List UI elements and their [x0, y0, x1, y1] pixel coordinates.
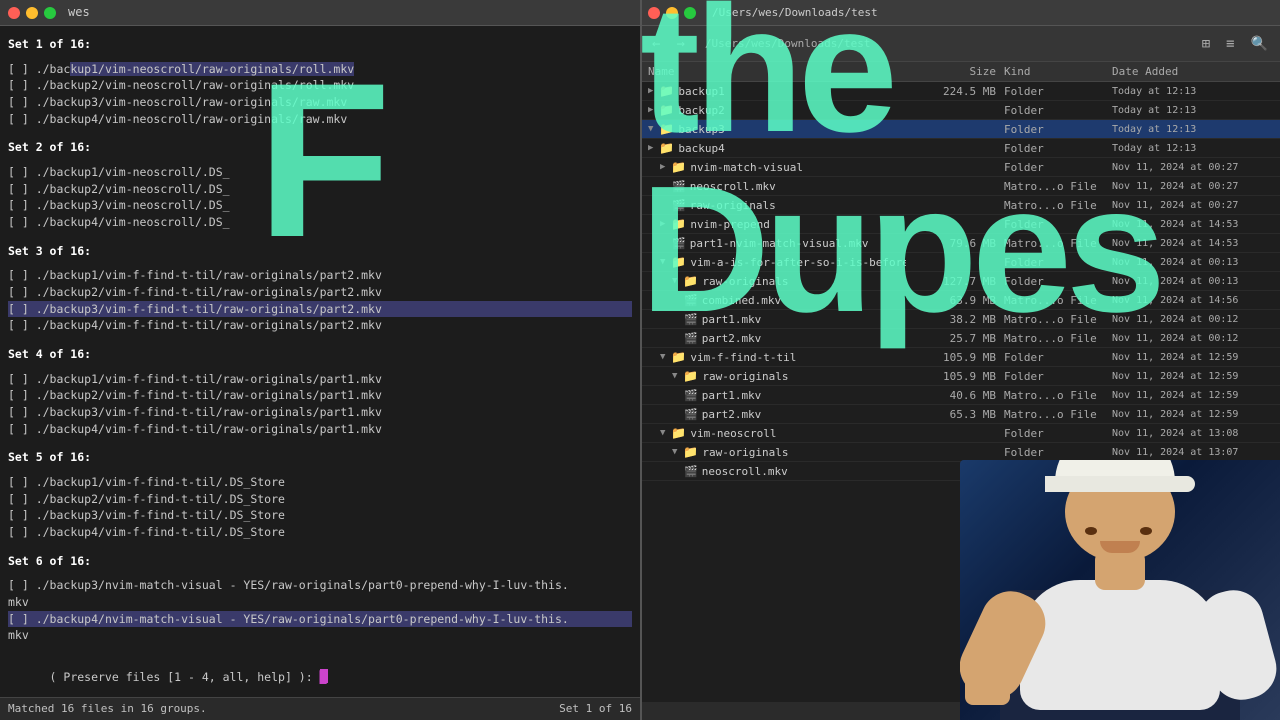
set6-line2b: mkv — [8, 627, 632, 644]
finder-minimize-button[interactable] — [666, 7, 678, 19]
terminal-status-bar: Matched 16 files in 16 groups. Set 1 of … — [0, 697, 640, 720]
maximize-button[interactable] — [44, 7, 56, 19]
finder-row-nvim-prepend[interactable]: ▶📁 nvim-prepend Folder Nov 11, 2024 at 1… — [640, 215, 1280, 234]
set4-header: Set 4 of 16: — [8, 346, 632, 363]
forward-button[interactable]: → — [672, 34, 688, 54]
terminal-content: Set 1 of 16: [ ] ./backup1/vim-neoscroll… — [0, 26, 640, 720]
finder-titlebar: /Users/wes/Downloads/test — [640, 0, 1280, 26]
view-icons-button[interactable]: ⊞ — [1198, 34, 1214, 54]
terminal-panel: wes Set 1 of 16: [ ] ./backup1/vim-neosc… — [0, 0, 640, 720]
col-size-header[interactable]: Size — [906, 65, 996, 78]
body-shirt — [1020, 580, 1220, 710]
set1-line2: [ ] ./backup2/vim-neoscroll/raw-original… — [8, 77, 632, 94]
finder-row-backup3[interactable]: ▼📁 backup3 Folder Today at 12:13 — [640, 120, 1280, 139]
set2-line4: [ ] ./backup4/vim-neoscroll/.DS_ — [8, 214, 632, 231]
finder-row-vim-f[interactable]: ▼📁 vim-f-find-t-til 105.9 MB Folder Nov … — [640, 348, 1280, 367]
set6-header: Set 6 of 16: — [8, 553, 632, 570]
finder-toolbar: ← → /Users/wes/Downloads/test ⊞ ≡ 🔍 — [640, 26, 1280, 62]
set5-line4: [ ] ./backup4/vim-f-find-t-til/.DS_Store — [8, 524, 632, 541]
set2-line1: [ ] ./backup1/vim-neoscroll/.DS_ — [8, 164, 632, 181]
eye-left — [1085, 527, 1097, 535]
finder-row-part2-f[interactable]: 🎬 part2.mkv 65.3 MB Matro...o File Nov 1… — [640, 405, 1280, 424]
set2-line3: [ ] ./backup3/vim-neoscroll/.DS_ — [8, 197, 632, 214]
col-date-header[interactable]: Date Added — [1112, 65, 1272, 78]
search-button[interactable]: 🔍 — [1247, 34, 1272, 54]
set3-line3: [ ] ./backup3/vim-f-find-t-til/raw-origi… — [8, 301, 632, 318]
smile — [1100, 541, 1140, 553]
terminal-title: wes — [68, 4, 90, 21]
finder-column-headers: Name Size Kind Date Added — [640, 62, 1280, 82]
finder-row-raw-orig-vim-f[interactable]: ▼📁 raw-originals 105.9 MB Folder Nov 11,… — [640, 367, 1280, 386]
set4-line2: [ ] ./backup2/vim-f-find-t-til/raw-origi… — [8, 387, 632, 404]
preserve-prompt: ( Preserve files [1 - 4, all, help] ): █ — [8, 652, 632, 702]
set1-line1: [ ] ./backup1/vim-neoscroll/raw-original… — [8, 61, 632, 78]
finder-row-backup2[interactable]: ▶📁 backup2 Folder Today at 12:13 — [640, 101, 1280, 120]
finder-row-backup4[interactable]: ▶📁 backup4 Folder Today at 12:13 — [640, 139, 1280, 158]
finder-row-vim-a[interactable]: ▼📁 vim-a-is-for-after-so-i-is-before Fol… — [640, 253, 1280, 272]
finder-row-combined[interactable]: 🎬 combined.mkv 63.9 MB Matro...o File No… — [640, 291, 1280, 310]
set3-line4: [ ] ./backup4/vim-f-find-t-til/raw-origi… — [8, 317, 632, 334]
set4-line4: [ ] ./backup4/vim-f-find-t-til/raw-origi… — [8, 421, 632, 438]
set3-line2: [ ] ./backup2/vim-f-find-t-til/raw-origi… — [8, 284, 632, 301]
set5-line2: [ ] ./backup2/vim-f-find-t-til/.DS_Store — [8, 491, 632, 508]
status-right: Set 1 of 16 — [559, 701, 632, 717]
webcam-background — [960, 460, 1280, 720]
hand-thumbsup — [965, 650, 1010, 705]
close-button[interactable] — [8, 7, 20, 19]
minimize-button[interactable] — [26, 7, 38, 19]
set6-line1: [ ] ./backup3/nvim-match-visual - YES/ra… — [8, 577, 632, 594]
set4-line1: [ ] ./backup1/vim-f-find-t-til/raw-origi… — [8, 371, 632, 388]
set6-line2: [ ] ./backup4/nvim-match-visual - YES/ra… — [8, 611, 632, 628]
set5-line3: [ ] ./backup3/vim-f-find-t-til/.DS_Store — [8, 507, 632, 524]
finder-row-part2-a[interactable]: 🎬 part2.mkv 25.7 MB Matro...o File Nov 1… — [640, 329, 1280, 348]
status-left: Matched 16 files in 16 groups. — [8, 701, 207, 717]
finder-path: /Users/wes/Downloads/test — [712, 6, 878, 19]
col-name-header[interactable]: Name — [648, 65, 906, 78]
col-kind-header[interactable]: Kind — [1004, 65, 1104, 78]
set2-header: Set 2 of 16: — [8, 139, 632, 156]
finder-row-raw-orig-vim-a[interactable]: ▼📁 raw-originals 127.7 MB Folder Nov 11,… — [640, 272, 1280, 291]
finder-row-backup1[interactable]: ▶📁 backup1 224.5 MB Folder Today at 12:1… — [640, 82, 1280, 101]
finder-row-vim-neo[interactable]: ▼📁 vim-neoscroll Folder Nov 11, 2024 at … — [640, 424, 1280, 443]
finder-row-part1-a[interactable]: 🎬 part1.mkv 38.2 MB Matro...o File Nov 1… — [640, 310, 1280, 329]
finder-row-raw-originals1[interactable]: 🎬 raw-originals Matro...o File Nov 11, 2… — [640, 196, 1280, 215]
eye-right — [1140, 527, 1152, 535]
view-list-button[interactable]: ≡ — [1222, 34, 1238, 54]
terminal-titlebar: wes — [0, 0, 640, 26]
set5-header: Set 5 of 16: — [8, 449, 632, 466]
toolbar-path: /Users/wes/Downloads/test — [705, 37, 871, 50]
webcam-overlay — [960, 460, 1280, 720]
set2-line2: [ ] ./backup2/vim-neoscroll/.DS_ — [8, 181, 632, 198]
finder-row-nvim-match[interactable]: ▶📁 nvim-match-visual Folder Nov 11, 2024… — [640, 158, 1280, 177]
cap-brim — [1045, 476, 1195, 492]
finder-row-part1-nvim[interactable]: 🎬 part1-nvim-match-visual.mkv 79.6 MB Ma… — [640, 234, 1280, 253]
back-button[interactable]: ← — [648, 34, 664, 54]
finder-row-part1-f[interactable]: 🎬 part1.mkv 40.6 MB Matro...o File Nov 1… — [640, 386, 1280, 405]
finder-maximize-button[interactable] — [684, 7, 696, 19]
finder-row-neoscroll1[interactable]: 🎬 neoscroll.mkv Matro...o File Nov 11, 2… — [640, 177, 1280, 196]
finder-close-button[interactable] — [648, 7, 660, 19]
set4-line3: [ ] ./backup3/vim-f-find-t-til/raw-origi… — [8, 404, 632, 421]
set3-line1: [ ] ./backup1/vim-f-find-t-til/raw-origi… — [8, 267, 632, 284]
set1-line4: [ ] ./backup4/vim-neoscroll/raw-original… — [8, 111, 632, 128]
set3-header: Set 3 of 16: — [8, 243, 632, 260]
set5-line1: [ ] ./backup1/vim-f-find-t-til/.DS_Store — [8, 474, 632, 491]
panel-divider — [640, 0, 642, 720]
set6-line1b: mkv — [8, 594, 632, 611]
thumb — [977, 632, 995, 660]
set1-line3: [ ] ./backup3/vim-neoscroll/raw-original… — [8, 94, 632, 111]
set1-header: Set 1 of 16: — [8, 36, 632, 53]
